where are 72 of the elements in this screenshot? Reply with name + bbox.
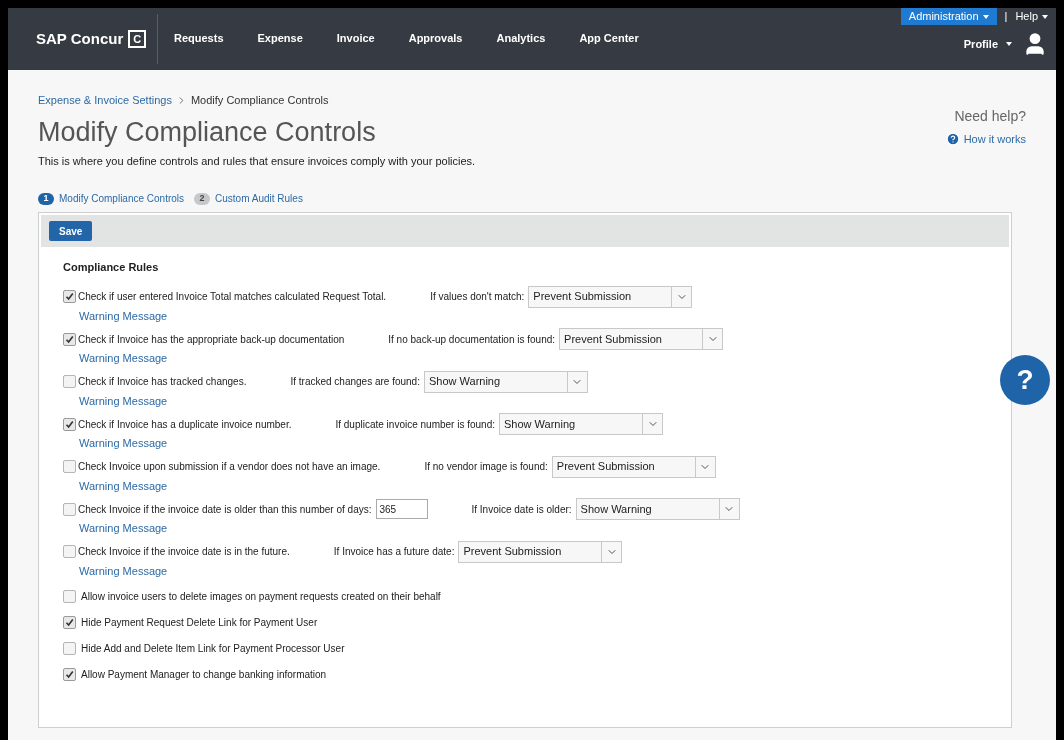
- days-input[interactable]: 365: [375, 499, 428, 519]
- save-button[interactable]: Save: [49, 221, 93, 241]
- checkmark-icon: [65, 419, 74, 429]
- rule-label: Check if Invoice has a duplicate invoice number.: [78, 417, 292, 432]
- rule-label: Check if Invoice has tracked changes.: [78, 375, 247, 389]
- option-label: Hide Add and Delete Item Link for Payment Processor User: [81, 641, 345, 656]
- rule-label: Check if Invoice has the appropriate back-up documentation: [78, 332, 345, 347]
- checkbox[interactable]: [63, 375, 76, 388]
- warning-message-link[interactable]: Warning Message: [79, 477, 168, 494]
- checkbox[interactable]: [63, 641, 76, 655]
- checkmark-icon: [65, 334, 74, 344]
- condition-label: If no vendor image is found:: [424, 460, 548, 474]
- checkbox[interactable]: [63, 332, 76, 346]
- option-label: Hide Payment Request Delete Link for Payment User: [81, 615, 318, 630]
- checkbox[interactable]: [63, 667, 76, 681]
- profile-menu[interactable]: Profile: [963, 35, 1012, 53]
- nav-link[interactable]: Invoice: [336, 30, 375, 47]
- action-dropdown[interactable]: Prevent Submission: [551, 455, 716, 478]
- checkmark-icon: [65, 292, 74, 301]
- checkbox[interactable]: [63, 615, 76, 629]
- condition-label: If values don't match:: [430, 290, 525, 304]
- rule-label: Check Invoice if the invoice date is in the future.: [78, 545, 290, 559]
- action-dropdown[interactable]: Show Warning: [499, 413, 663, 435]
- checkbox[interactable]: [63, 502, 76, 516]
- breadcrumb-link[interactable]: Expense & Invoice Settings: [38, 92, 172, 109]
- action-dropdown[interactable]: Prevent Submission: [528, 285, 693, 308]
- menu-separator: |: [1003, 9, 1009, 25]
- warning-message-link[interactable]: Warning Message: [79, 350, 168, 367]
- rule-label: Check if user entered Invoice Total matches calculated Request Total.: [78, 290, 387, 304]
- breadcrumb-current: Modify Compliance Controls: [190, 93, 329, 108]
- condition-label: If no back-up documentation is found:: [388, 332, 556, 347]
- administration-menu[interactable]: Administration: [900, 8, 997, 25]
- warning-message-link[interactable]: Warning Message: [79, 435, 168, 452]
- rule-label: Check Invoice if the invoice date is older than this number of days:: [78, 502, 372, 517]
- action-dropdown[interactable]: Prevent Submission: [559, 328, 724, 350]
- checkmark-icon: [65, 617, 74, 627]
- step-tab[interactable]: 2 Custom Audit Rules: [194, 191, 303, 206]
- warning-message-link[interactable]: Warning Message: [79, 307, 168, 324]
- warning-message-link[interactable]: Warning Message: [79, 562, 168, 579]
- condition-label: If Invoice has a future date:: [333, 545, 455, 559]
- step-tab[interactable]: 1 Modify Compliance Controls: [38, 191, 185, 206]
- condition-label: If duplicate invoice number is found:: [335, 417, 495, 432]
- warning-message-link[interactable]: Warning Message: [79, 392, 168, 409]
- nav-link[interactable]: App Center: [579, 30, 639, 47]
- option-label: Allow Payment Manager to change banking information: [81, 667, 327, 682]
- checkbox[interactable]: [63, 545, 76, 558]
- action-dropdown[interactable]: Show Warning: [575, 498, 740, 520]
- how-it-works-link[interactable]: How it works: [945, 131, 1026, 148]
- help-menu[interactable]: Help: [1015, 8, 1048, 25]
- checkbox[interactable]: [63, 460, 76, 473]
- checkbox[interactable]: [63, 417, 76, 431]
- help-icon: [945, 132, 960, 147]
- action-dropdown[interactable]: Show Warning: [423, 370, 588, 393]
- rule-label: Check Invoice upon submission if a vendor does not have an image.: [78, 460, 381, 474]
- nav-link[interactable]: Requests: [174, 30, 224, 47]
- checkbox[interactable]: [63, 589, 76, 603]
- need-help-heading: Need help?: [954, 107, 1026, 126]
- page-description: This is where you define controls and rules that ensure invoices comply with your policies.: [38, 153, 476, 169]
- option-label: Allow invoice users to delete images on payment requests created on their behalf: [81, 589, 441, 604]
- page-title: Modify Compliance Controls: [38, 115, 377, 149]
- nav-link[interactable]: Approvals: [408, 30, 463, 47]
- action-dropdown[interactable]: Prevent Submission: [458, 540, 623, 563]
- condition-label: If Invoice date is older:: [471, 502, 572, 517]
- nav-link[interactable]: Expense: [257, 30, 303, 47]
- app-logo[interactable]: SAP Concur: [36, 27, 124, 51]
- warning-message-link[interactable]: Warning Message: [79, 520, 168, 537]
- checkmark-icon: [65, 669, 74, 679]
- nav-link[interactable]: Analytics: [496, 30, 546, 47]
- condition-label: If tracked changes are found:: [290, 375, 420, 389]
- checkbox[interactable]: [63, 290, 76, 303]
- logo-mark: C: [128, 30, 147, 48]
- section-title: Compliance Rules: [63, 260, 160, 275]
